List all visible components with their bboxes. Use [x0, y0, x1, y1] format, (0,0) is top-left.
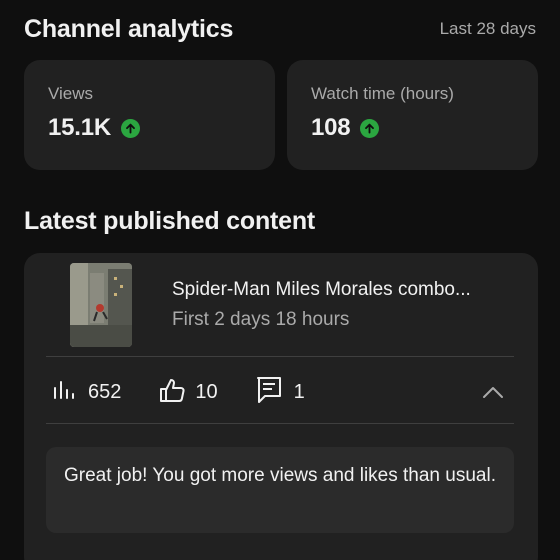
page-title: Channel analytics: [24, 14, 234, 43]
comments-stat: 1: [256, 376, 305, 409]
arrow-up-circle-icon: [360, 118, 380, 138]
performance-tip: Great job! You got more views and likes …: [46, 447, 514, 533]
watch-time-value: 108: [311, 114, 351, 141]
comments-count: 1: [293, 380, 305, 403]
analytics-header: Channel analytics Last 28 days: [24, 14, 536, 44]
divider: [46, 423, 514, 424]
views-label: Views: [48, 84, 94, 103]
bar-chart-icon: [52, 378, 76, 407]
chevron-up-icon[interactable]: [482, 385, 504, 399]
latest-content-card: Spider-Man Miles Morales combo... First …: [24, 253, 538, 560]
likes-stat: 10: [159, 377, 218, 408]
watch-time-card[interactable]: Watch time (hours) 108: [287, 60, 538, 170]
stats-row: 652 10 1: [52, 375, 514, 409]
divider: [46, 356, 514, 357]
likes-count: 10: [195, 380, 218, 403]
arrow-up-circle-icon: [121, 118, 141, 138]
video-subtitle: First 2 days 18 hours: [172, 309, 350, 330]
section-title: Latest published content: [24, 207, 316, 235]
video-row[interactable]: Spider-Man Miles Morales combo... First …: [70, 263, 471, 347]
thumbs-up-icon: [159, 377, 187, 408]
metric-cards: Views 15.1K Watch time (hours) 108: [24, 60, 538, 170]
watch-time-label: Watch time (hours): [311, 84, 454, 103]
views-card[interactable]: Views 15.1K: [24, 60, 275, 170]
comment-icon: [256, 376, 282, 409]
views-stat: 652: [52, 378, 121, 407]
views-count: 652: [88, 380, 122, 403]
video-title[interactable]: Spider-Man Miles Morales combo...: [172, 279, 471, 301]
views-value: 15.1K: [48, 114, 112, 141]
video-thumbnail[interactable]: [70, 263, 132, 347]
period-label[interactable]: Last 28 days: [440, 19, 536, 39]
